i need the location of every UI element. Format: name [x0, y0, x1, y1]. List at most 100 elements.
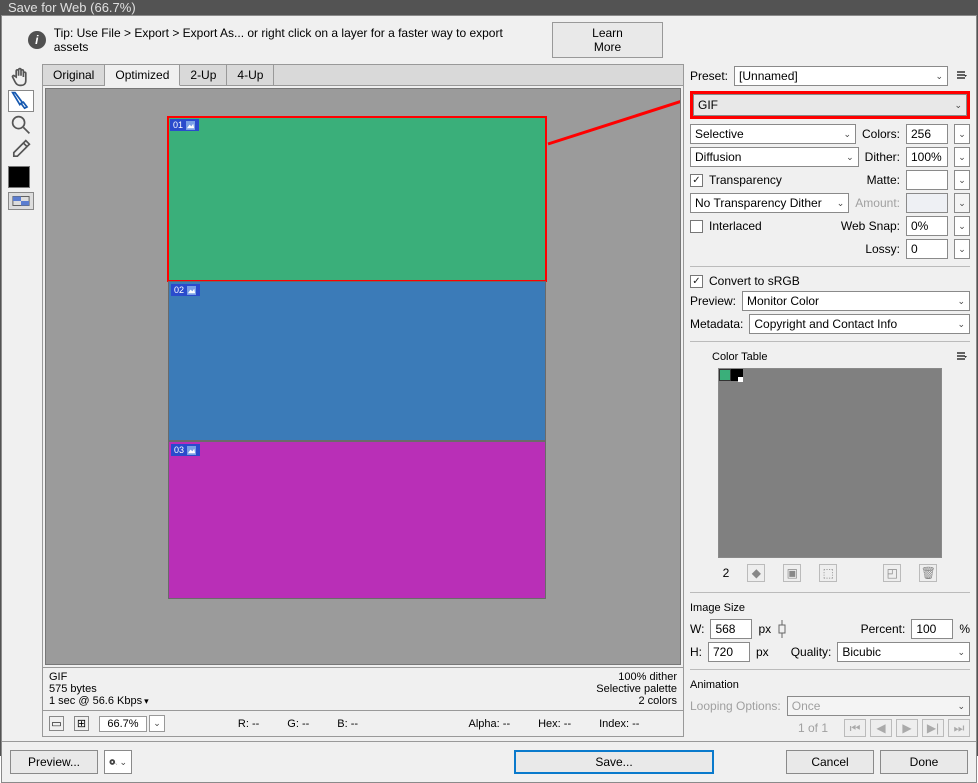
- status-alpha: Alpha: --: [469, 718, 511, 730]
- color-swatch[interactable]: [8, 166, 30, 188]
- zoom-tool[interactable]: [8, 114, 34, 136]
- lossy-label: Lossy:: [865, 242, 900, 256]
- slice-02[interactable]: 02: [168, 281, 546, 441]
- ct-sort-icon[interactable]: ◆: [747, 564, 765, 582]
- status-g: G: --: [287, 718, 309, 730]
- percent-input[interactable]: [911, 619, 953, 639]
- slice-visibility-button[interactable]: [8, 192, 34, 210]
- websnap-input[interactable]: [906, 216, 948, 236]
- color-table[interactable]: [718, 368, 942, 558]
- slice-tool[interactable]: [8, 90, 34, 112]
- canvas[interactable]: 01 02 03: [45, 88, 681, 665]
- metadata-label: Metadata:: [690, 317, 743, 331]
- done-button[interactable]: Done: [880, 750, 968, 774]
- title-bar: Save for Web (66.7%): [0, 0, 978, 15]
- info-size: 575 bytes: [49, 683, 149, 695]
- trans-dither-dropdown[interactable]: No Transparency Dither⌄: [690, 193, 849, 213]
- h-input[interactable]: [708, 642, 750, 662]
- left-toolbar: [8, 64, 36, 737]
- colors-stepper[interactable]: ⌄: [954, 124, 970, 144]
- tab-2up[interactable]: 2-Up: [180, 65, 227, 85]
- websnap-stepper[interactable]: ⌄: [954, 216, 970, 236]
- format-dropdown[interactable]: GIF⌄: [693, 94, 967, 116]
- transparency-label: Transparency: [709, 173, 782, 187]
- info-colors: 2 colors: [596, 695, 677, 707]
- dither-dropdown[interactable]: Diffusion⌄: [690, 147, 859, 167]
- slice-03[interactable]: 03: [168, 441, 546, 599]
- tab-optimized[interactable]: Optimized: [105, 65, 180, 86]
- ct-trash-icon[interactable]: 🗑: [919, 564, 937, 582]
- dialog-footer: Preview... ⌄ Save... Cancel Done: [2, 741, 976, 782]
- preset-dropdown[interactable]: [Unnamed]⌄: [734, 66, 948, 86]
- dither-label: Dither:: [865, 150, 900, 164]
- lossy-input[interactable]: [906, 239, 948, 259]
- percent-sign: %: [959, 622, 970, 636]
- preset-flyout-icon[interactable]: [954, 70, 970, 82]
- ct-new-icon[interactable]: ◰: [883, 564, 901, 582]
- matte-label: Matte:: [867, 173, 900, 187]
- amount-stepper: ⌄: [954, 193, 970, 213]
- amount-input: [906, 193, 948, 213]
- metadata-dropdown[interactable]: Copyright and Contact Info⌄: [749, 314, 970, 334]
- cancel-button[interactable]: Cancel: [786, 750, 874, 774]
- tab-4up[interactable]: 4-Up: [227, 65, 274, 85]
- srgb-checkbox[interactable]: ✓: [690, 275, 703, 288]
- w-px: px: [758, 622, 771, 636]
- status-bar: ▭ ⊞ ⌄ R: -- G: -- B: -- Alpha: -- Hex: -…: [43, 710, 683, 736]
- quality-label: Quality:: [791, 645, 832, 659]
- status-square1[interactable]: ▭: [49, 716, 64, 731]
- link-icon[interactable]: [777, 619, 787, 639]
- status-square2[interactable]: ⊞: [74, 716, 89, 731]
- loop-dropdown: Once⌄: [787, 696, 970, 716]
- w-input[interactable]: [710, 619, 752, 639]
- animation-pager: ⏮ ◀ ▶ ▶| ⏭: [844, 719, 970, 737]
- first-frame-button: ⏮: [844, 719, 866, 737]
- slice-01[interactable]: 01: [168, 117, 546, 281]
- info-icon: i: [28, 31, 46, 49]
- hand-tool[interactable]: [8, 66, 34, 88]
- preview-dropdown[interactable]: Monitor Color⌄: [742, 291, 970, 311]
- annotation-arrow: [546, 89, 681, 149]
- ct-lock-icon[interactable]: ⬚: [819, 564, 837, 582]
- info-time: 1 sec @ 56.6 Kbps: [49, 695, 142, 707]
- websnap-label: Web Snap:: [841, 219, 900, 233]
- transparency-checkbox[interactable]: ✓: [690, 174, 703, 187]
- tab-original[interactable]: Original: [43, 65, 105, 85]
- dither-stepper[interactable]: ⌄: [954, 147, 970, 167]
- reduction-dropdown[interactable]: Selective⌄: [690, 124, 856, 144]
- interlaced-checkbox[interactable]: [690, 220, 703, 233]
- learn-more-button[interactable]: Learn More: [552, 22, 663, 58]
- matte-dropdown[interactable]: [906, 170, 948, 190]
- last-frame-button: ⏭: [948, 719, 970, 737]
- ct-cube-icon[interactable]: ▣: [783, 564, 801, 582]
- status-b: B: --: [337, 718, 358, 730]
- info-format: GIF: [49, 671, 149, 683]
- quality-dropdown[interactable]: Bicubic⌄: [837, 642, 970, 662]
- srgb-label: Convert to sRGB: [709, 274, 800, 288]
- matte-arrow[interactable]: ⌄: [954, 170, 970, 190]
- preview-button[interactable]: Preview...: [10, 750, 98, 774]
- preset-label: Preset:: [690, 69, 728, 83]
- colortable-title: Color Table: [712, 351, 767, 363]
- status-index: Index: --: [599, 718, 639, 730]
- play-button: ▶: [896, 719, 918, 737]
- amount-label: Amount:: [855, 196, 900, 210]
- preview-tabs: Original Optimized 2-Up 4-Up: [43, 65, 683, 86]
- eyedropper-tool[interactable]: [8, 138, 34, 160]
- colortable-flyout-icon[interactable]: [954, 351, 970, 363]
- save-button[interactable]: Save...: [514, 750, 714, 774]
- lossy-stepper[interactable]: ⌄: [954, 239, 970, 259]
- dither-input[interactable]: [906, 147, 948, 167]
- ct-count: 2: [723, 566, 730, 580]
- status-hex: Hex: --: [538, 718, 571, 730]
- colors-input[interactable]: [906, 124, 948, 144]
- h-px: px: [756, 645, 769, 659]
- prev-frame-button: ◀: [870, 719, 892, 737]
- colors-label: Colors:: [862, 127, 900, 141]
- slice-label: 03: [171, 444, 200, 456]
- browser-dropdown[interactable]: ⌄: [104, 750, 132, 774]
- imagesize-title: Image Size: [690, 602, 745, 614]
- zoom-dropdown[interactable]: ⌄: [149, 715, 165, 732]
- preview-label: Preview:: [690, 294, 736, 308]
- zoom-input[interactable]: [99, 716, 147, 732]
